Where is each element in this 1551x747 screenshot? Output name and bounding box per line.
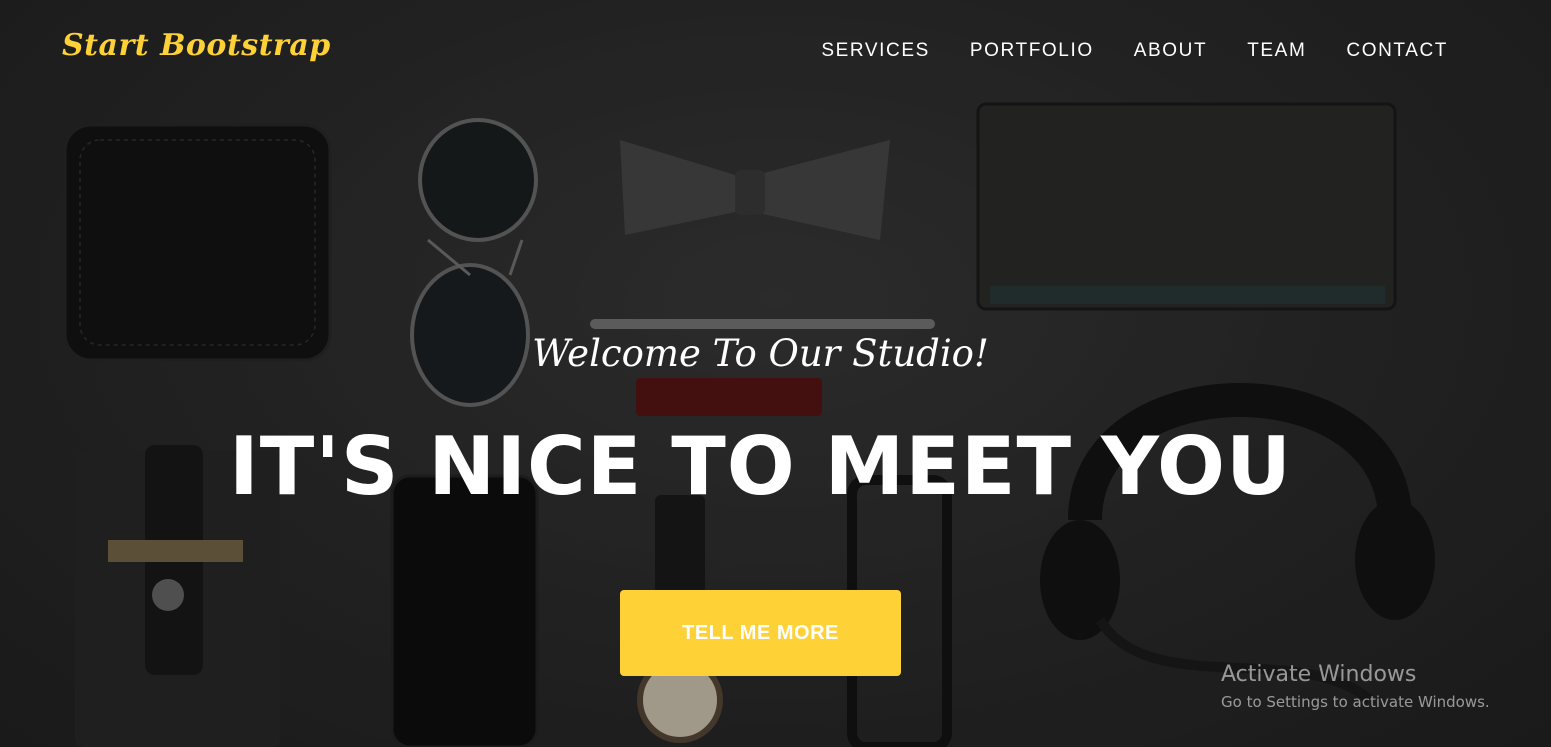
- navbar: Start Bootstrap SERVICES PORTFOLIO ABOUT…: [0, 0, 1551, 106]
- nav-link-about[interactable]: ABOUT: [1134, 40, 1207, 62]
- nav-link-services[interactable]: SERVICES: [821, 40, 930, 62]
- watermark-title: Activate Windows: [1221, 662, 1417, 687]
- activate-windows-watermark: Activate Windows Go to Settings to activ…: [1221, 662, 1490, 711]
- nav-link-team[interactable]: TEAM: [1247, 40, 1306, 62]
- hero-subheading: Welcome To Our Studio!: [532, 332, 989, 375]
- hero-heading: IT'S NICE TO MEET YOU: [228, 420, 1293, 513]
- nav-link-portfolio[interactable]: PORTFOLIO: [970, 40, 1094, 62]
- nav-link-contact[interactable]: CONTACT: [1346, 40, 1448, 62]
- hero-section: Start Bootstrap SERVICES PORTFOLIO ABOUT…: [0, 0, 1551, 747]
- nav-menu: SERVICES PORTFOLIO ABOUT TEAM CONTACT: [821, 40, 1448, 62]
- watermark-subtitle: Go to Settings to activate Windows.: [1221, 693, 1490, 711]
- brand-logo[interactable]: Start Bootstrap: [62, 28, 331, 63]
- tell-me-more-button[interactable]: TELL ME MORE: [620, 590, 901, 676]
